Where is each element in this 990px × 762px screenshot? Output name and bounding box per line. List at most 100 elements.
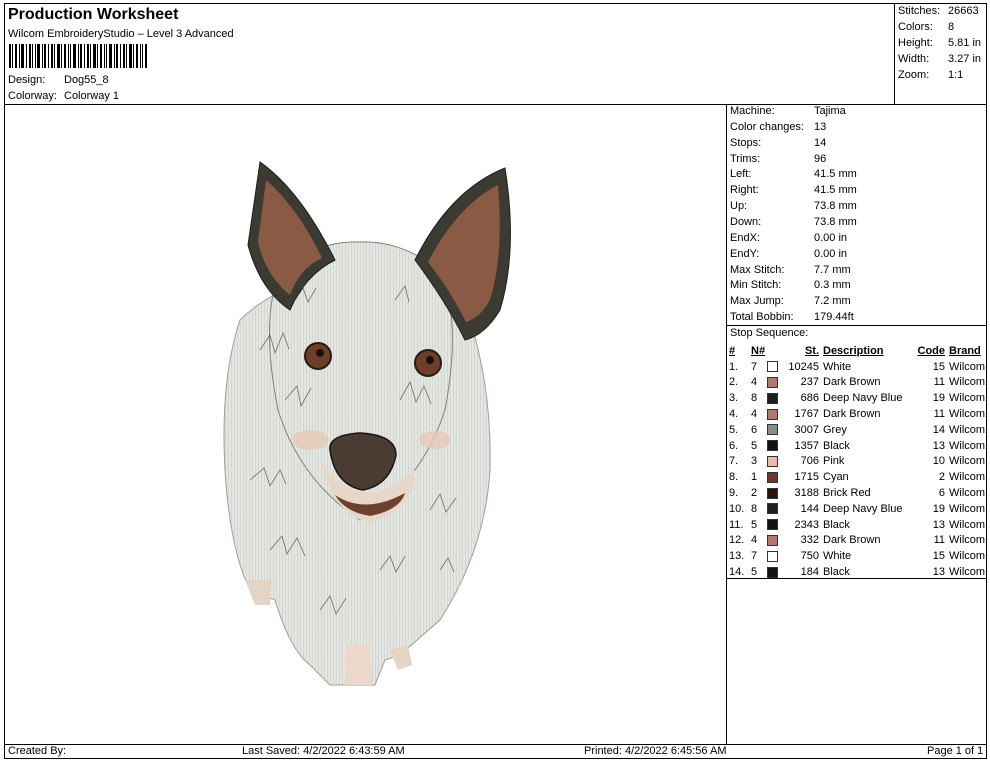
needle-cell: 5	[751, 518, 758, 531]
table-row: 8. 1 1715 Cyan 2 Wilcom	[729, 469, 985, 485]
table-row: 3. 8 686 Deep Navy Blue 19 Wilcom	[729, 390, 985, 406]
machine-info-value: Tajima	[814, 105, 846, 117]
colors-value: 8	[948, 21, 955, 33]
machine-info-value: 179.44ft	[814, 311, 854, 324]
printed-date: Printed: 4/2/2022 6:45:56 AM	[584, 745, 727, 757]
color-swatch	[767, 503, 778, 515]
machine-info-row: Total Bobbin: 179.44ft	[730, 311, 854, 323]
description-cell: White	[823, 550, 852, 563]
table-row: 12. 4 332 Dark Brown 11 Wilcom	[729, 533, 985, 549]
color-swatch	[767, 408, 778, 420]
machine-info-row: Up: 73.8 mm	[730, 200, 857, 212]
colorway-row: Colorway: Colorway 1	[8, 90, 119, 102]
color-swatch	[767, 487, 778, 499]
description-cell: White	[823, 360, 852, 373]
height-row: Height: 5.81 in	[898, 37, 981, 49]
machine-info-value: 13	[814, 120, 827, 133]
seq-num-cell: 4.	[729, 408, 739, 421]
code-cell: 19	[932, 502, 945, 515]
description-cell: Dark Brown	[823, 408, 881, 421]
table-row: 13. 7 750 White 15 Wilcom	[729, 548, 985, 564]
needle-cell: 4	[751, 408, 758, 421]
width-label: Width:	[898, 53, 930, 65]
software-subtitle: Wilcom EmbroideryStudio – Level 3 Advanc…	[8, 28, 234, 40]
code-cell: 15	[932, 360, 945, 373]
color-swatch-cell	[767, 406, 781, 422]
height-value: 5.81 in	[948, 37, 982, 49]
machine-info-value: 73.8 mm	[814, 200, 857, 213]
stitch-count-cell: 237	[800, 376, 819, 389]
code-cell: 2	[938, 471, 945, 484]
brand-cell: Wilcom	[949, 455, 986, 468]
description-cell: Black	[823, 566, 850, 579]
color-swatch	[767, 392, 778, 404]
brand-cell: Wilcom	[949, 550, 986, 563]
machine-info-value: 41.5 mm	[814, 168, 857, 181]
machine-info-label: Up:	[730, 200, 748, 213]
description-cell: Black	[823, 518, 850, 531]
color-swatch-cell	[767, 548, 781, 564]
table-row: 1. 7 10245 White 15 Wilcom	[729, 359, 985, 375]
frame-bottom	[4, 758, 987, 759]
seq-num-cell: 12.	[729, 534, 745, 547]
right-eye-pupil	[426, 356, 434, 364]
design-row: Design: Dog55_8	[8, 74, 109, 86]
seq-num-cell: 6.	[729, 439, 739, 452]
col-st-header: St.	[804, 344, 819, 357]
col-num-header: #	[729, 344, 736, 357]
machine-info-value: 96	[814, 152, 827, 165]
seq-num-cell: 2.	[729, 376, 739, 389]
color-swatch	[767, 424, 778, 436]
seq-num-cell: 10.	[729, 502, 745, 515]
machine-info-label: EndX:	[730, 231, 760, 244]
color-swatch-cell	[767, 390, 781, 406]
machine-info-label: Min Stitch:	[730, 279, 782, 292]
stitch-count-cell: 3188	[794, 487, 819, 500]
brand-cell: Wilcom	[949, 502, 986, 515]
machine-info-value: 73.8 mm	[814, 215, 857, 228]
machine-info-label: Max Stitch:	[730, 263, 785, 276]
color-swatch	[767, 566, 778, 578]
brand-cell: Wilcom	[949, 423, 986, 436]
zoom-label: Zoom:	[898, 69, 930, 81]
machine-info-value: 7.2 mm	[814, 295, 851, 308]
description-cell: Black	[823, 439, 850, 452]
color-swatch	[767, 519, 778, 531]
page-title: Production Worksheet	[8, 6, 179, 23]
description-cell: Dark Brown	[823, 534, 881, 547]
brand-cell: Wilcom	[949, 360, 986, 373]
seq-num-cell: 8.	[729, 471, 739, 484]
stitch-count-cell: 1357	[794, 439, 819, 452]
width-value: 3.27 in	[948, 53, 982, 65]
machine-info-value: 0.00 in	[814, 231, 848, 244]
stitch-count-cell: 2343	[794, 518, 819, 531]
stop-sequence-body: 1. 7 10245 White 15 Wilcom 2. 4 237 Dark Brown 11 W…	[729, 359, 985, 580]
machine-info-label: Stops:	[730, 136, 762, 149]
page-number: Page 1 of 1	[927, 745, 984, 757]
brand-cell: Wilcom	[949, 439, 986, 452]
machine-info-label: Machine:	[730, 105, 775, 117]
brand-cell: Wilcom	[949, 518, 986, 531]
code-cell: 6	[938, 487, 945, 500]
color-swatch	[767, 440, 778, 452]
right-cheek-mark	[419, 431, 451, 449]
machine-info-label: Total Bobbin:	[730, 311, 794, 324]
col-n-header: N#	[751, 344, 766, 357]
stitch-count-cell: 184	[800, 566, 819, 579]
frame-top	[4, 3, 987, 4]
machine-info-row: EndX: 0.00 in	[730, 232, 847, 244]
seq-top-divider	[726, 325, 987, 326]
description-cell: Cyan	[823, 471, 849, 484]
stitch-count-cell: 1767	[794, 408, 819, 421]
table-row: 4. 4 1767 Dark Brown 11 Wilcom	[729, 406, 985, 422]
color-swatch	[767, 456, 778, 468]
colors-label: Colors:	[898, 21, 933, 33]
barcode	[9, 44, 147, 68]
stop-sequence-header-row: # N# St. Description Code Brand	[729, 343, 985, 359]
needle-cell: 8	[751, 392, 758, 405]
machine-info-row: Max Stitch: 7.7 mm	[730, 264, 851, 276]
seq-num-cell: 13.	[729, 550, 745, 563]
brand-cell: Wilcom	[949, 566, 986, 579]
stitch-count-cell: 706	[800, 455, 819, 468]
machine-info-label: Right:	[730, 184, 759, 197]
